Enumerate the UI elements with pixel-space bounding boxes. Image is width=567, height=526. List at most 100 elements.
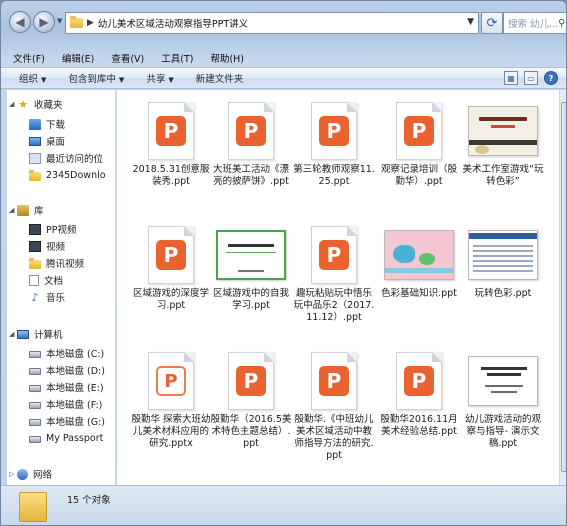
- address-dropdown-icon[interactable]: ▼: [467, 17, 474, 27]
- powerpoint-icon: P: [319, 366, 349, 396]
- sidebar-item-drive-f[interactable]: 本地磁盘 (F:): [29, 396, 102, 412]
- sidebar-favorites[interactable]: ◢ ★ 收藏夹: [9, 96, 63, 112]
- powerpoint-icon: P: [319, 116, 349, 146]
- file-item[interactable]: P 2018.5.31创意服装秀.ppt: [129, 102, 213, 188]
- file-name: 区域游戏的深度学习.ppt: [132, 288, 209, 311]
- sidebar-item-recent[interactable]: 最近访问的位: [29, 150, 103, 166]
- expand-icon[interactable]: ▷: [9, 470, 17, 478]
- file-name: 观察记录培训（殷勤华）.ppt: [380, 164, 457, 187]
- sidebar-item-label: 本地磁盘 (C:): [46, 349, 105, 360]
- include-library-button[interactable]: 包含到库中 ▼: [68, 71, 124, 85]
- file-item[interactable]: P 大班美工活动《漂亮的披萨饼》.ppt: [209, 102, 293, 188]
- sidebar-item-desktop[interactable]: 桌面: [29, 133, 65, 149]
- sidebar-item-music[interactable]: ♪ 音乐: [29, 289, 65, 305]
- view-options-icon[interactable]: ▦: [504, 71, 518, 85]
- slide-thumbnail: [468, 226, 538, 284]
- preview-pane-icon[interactable]: ▭: [524, 71, 538, 85]
- file-name: 殷勤华2016.11月美术经验总结.ppt: [380, 414, 458, 437]
- vertical-scrollbar[interactable]: [559, 90, 566, 485]
- sidebar-item-my-passport[interactable]: My Passport: [29, 430, 103, 446]
- view-controls: ▦ ▭ ?: [504, 71, 558, 85]
- sidebar-item-downloads[interactable]: 下载: [29, 116, 65, 132]
- powerpoint-icon: P: [236, 116, 266, 146]
- sidebar-network-label: 网络: [33, 470, 53, 481]
- sidebar-item-label: PP视频: [46, 225, 77, 236]
- file-item[interactable]: 区域游戏中的自我学习.ppt: [209, 226, 293, 312]
- sidebar-item-drive-g[interactable]: 本地磁盘 (G:): [29, 413, 105, 429]
- address-row: ◀ ▶ ▼ ▶ 幼儿美术区域活动观察指导PPT讲义 ▼ ⟳ 搜索 幼儿... ⚲: [1, 1, 566, 41]
- recent-pages-dropdown[interactable]: ▼: [57, 17, 65, 27]
- search-icon: ⚲: [558, 17, 566, 29]
- ppt-file-thumbnail: P: [148, 102, 194, 160]
- sidebar-computer[interactable]: ◢ 计算机: [9, 326, 63, 342]
- file-item[interactable]: P 趣玩粘贴玩中悟乐玩中品乐2（2017.11.12）.ppt: [292, 226, 376, 324]
- chevron-right-icon[interactable]: ▶: [87, 18, 94, 28]
- document-icon: [29, 274, 39, 286]
- file-name: 美术工作室游戏“玩转色彩”: [462, 164, 544, 187]
- file-list: P 2018.5.31创意服装秀.ppt P 大班美工活动《漂亮的披萨饼》.pp…: [117, 90, 559, 485]
- slide-thumbnail: [468, 352, 538, 410]
- ppt-file-thumbnail: P: [228, 102, 274, 160]
- menu-view[interactable]: 查看(V): [111, 51, 144, 65]
- search-input[interactable]: 搜索 幼儿... ⚲: [503, 12, 566, 34]
- help-icon[interactable]: ?: [544, 71, 558, 85]
- music-icon: ♪: [31, 290, 39, 304]
- sidebar-item-tencent-video[interactable]: 腾讯视频: [29, 255, 84, 271]
- file-item[interactable]: P 区域游戏的深度学习.ppt: [129, 226, 213, 312]
- refresh-button[interactable]: ⟳: [481, 12, 503, 34]
- powerpoint-icon: P: [156, 366, 186, 396]
- sidebar-item-videos[interactable]: 视频: [29, 238, 65, 254]
- menu-edit[interactable]: 编辑(E): [62, 51, 94, 65]
- powerpoint-icon: P: [404, 366, 434, 396]
- folder-icon: [29, 257, 41, 269]
- address-path[interactable]: 幼儿美术区域活动观察指导PPT讲义: [98, 16, 248, 30]
- explorer-window: ◀ ▶ ▼ ▶ 幼儿美术区域活动观察指导PPT讲义 ▼ ⟳ 搜索 幼儿... ⚲…: [0, 0, 567, 526]
- file-item[interactable]: P 殷勤华（2016.5美术特色主题总结）.ppt: [209, 352, 293, 450]
- address-bar[interactable]: ▶ 幼儿美术区域活动观察指导PPT讲义 ▼: [65, 12, 479, 34]
- file-item[interactable]: P 殷勤华.《中班幼儿美术区域活动中教师指导方法的研究.ppt: [292, 352, 376, 462]
- file-item[interactable]: P 观察记录培训（殷勤华）.ppt: [377, 102, 461, 188]
- folder-icon: [70, 16, 83, 28]
- share-button[interactable]: 共享 ▼: [146, 71, 173, 85]
- sidebar-item-documents[interactable]: 文档: [29, 272, 63, 288]
- sidebar-item-label: 文档: [44, 276, 64, 287]
- powerpoint-icon: P: [236, 366, 266, 396]
- file-name: 殷勤华 探索大班幼儿美术材料应用的研究.pptx: [131, 414, 211, 449]
- file-item[interactable]: 色彩基础知识.ppt: [377, 226, 461, 300]
- sidebar-item-drive-e[interactable]: 本地磁盘 (E:): [29, 379, 104, 395]
- sidebar-item-drive-c[interactable]: 本地磁盘 (C:): [29, 345, 104, 361]
- file-item[interactable]: 玩转色彩.ppt: [461, 226, 545, 300]
- new-folder-button[interactable]: 新建文件夹: [196, 71, 244, 85]
- menu-tools[interactable]: 工具(T): [161, 51, 193, 65]
- ppt-file-thumbnail: P: [396, 352, 442, 410]
- forward-arrow-icon: ▶: [39, 15, 49, 29]
- organize-button[interactable]: 组织 ▼: [19, 71, 46, 85]
- sidebar-item-drive-d[interactable]: 本地磁盘 (D:): [29, 362, 105, 378]
- sidebar-network[interactable]: ▷ 网络: [9, 466, 53, 482]
- scrollbar-thumb[interactable]: [561, 102, 566, 472]
- powerpoint-icon: P: [404, 116, 434, 146]
- sidebar-item-label: 桌面: [46, 137, 66, 148]
- back-button[interactable]: ◀: [9, 11, 31, 33]
- external-drive-icon: [29, 436, 41, 443]
- file-item[interactable]: P 殷勤华 探索大班幼儿美术材料应用的研究.pptx: [129, 352, 213, 450]
- collapse-icon[interactable]: ◢: [9, 206, 17, 214]
- ppt-file-thumbnail: P: [228, 352, 274, 410]
- pptx-file-thumbnail: P: [148, 352, 194, 410]
- menu-help[interactable]: 帮助(H): [210, 51, 244, 65]
- sidebar-item-label: 本地磁盘 (E:): [46, 383, 104, 394]
- collapse-icon[interactable]: ◢: [9, 100, 17, 108]
- menu-file[interactable]: 文件(F): [13, 51, 45, 65]
- forward-button[interactable]: ▶: [33, 11, 55, 33]
- sidebar-item-pp-video[interactable]: PP视频: [29, 221, 76, 237]
- sidebar-item-2345downloads[interactable]: 2345Downlo: [29, 167, 106, 183]
- collapse-icon[interactable]: ◢: [9, 330, 17, 338]
- file-name: 殷勤华（2016.5美术特色主题总结）.ppt: [210, 414, 292, 449]
- desktop-icon: [29, 136, 41, 146]
- file-item[interactable]: P 殷勤华2016.11月美术经验总结.ppt: [377, 352, 461, 438]
- file-item[interactable]: P 第三轮教师观察11.25.ppt: [292, 102, 376, 188]
- sidebar-libraries[interactable]: ◢ 库: [9, 202, 44, 218]
- file-item[interactable]: 幼儿游戏活动的观察与指导- 演示文稿.ppt: [461, 352, 545, 450]
- slide-thumbnail: [216, 226, 286, 284]
- file-item[interactable]: 美术工作室游戏“玩转色彩”: [461, 102, 545, 188]
